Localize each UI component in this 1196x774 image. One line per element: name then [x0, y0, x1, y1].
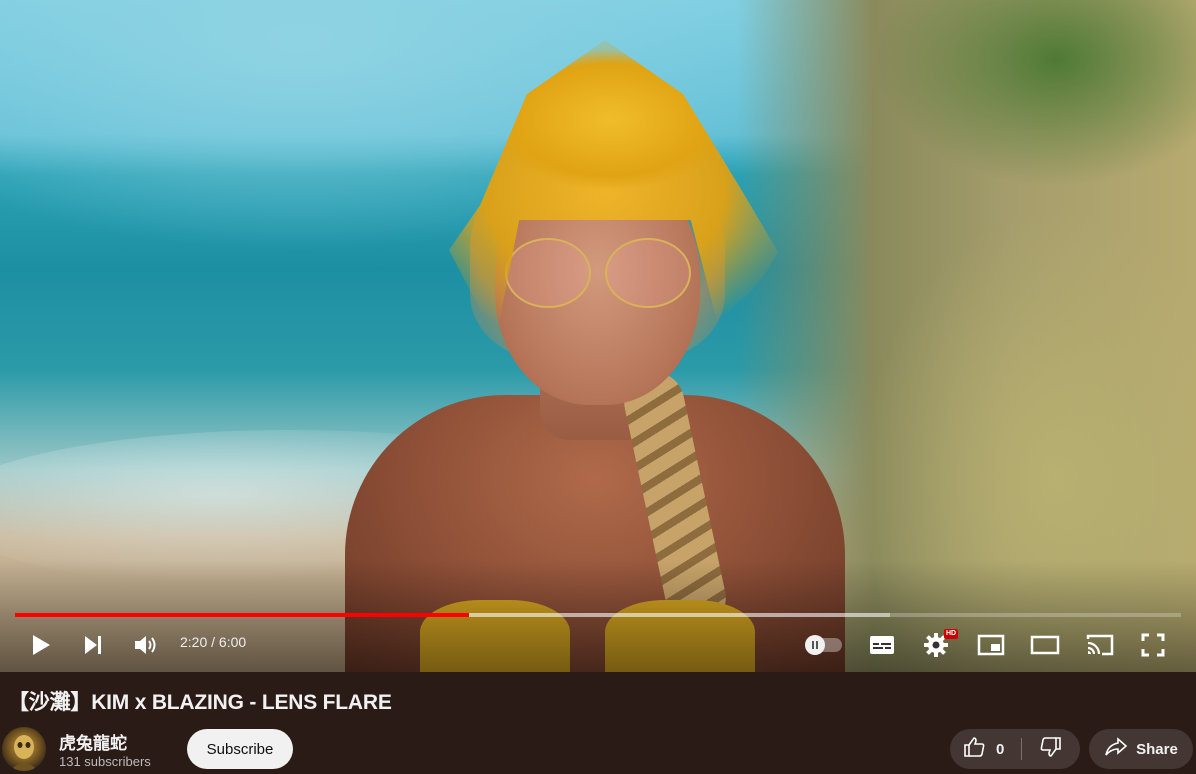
channel-avatar[interactable] [2, 727, 46, 771]
subscriber-count: 131 subscribers [59, 754, 151, 769]
share-icon [1104, 736, 1128, 763]
subscribe-button[interactable]: Subscribe [187, 729, 293, 769]
progress-bar[interactable] [15, 613, 1181, 617]
like-button[interactable]: 0 [950, 729, 1022, 769]
thumbs-down-icon [1039, 735, 1063, 764]
subtitles-button[interactable] [866, 628, 898, 662]
progress-played [15, 613, 469, 617]
theater-mode-button[interactable] [1028, 628, 1062, 662]
share-button[interactable]: Share [1089, 729, 1193, 769]
subtitles-icon [869, 635, 895, 655]
fullscreen-icon [1141, 633, 1165, 657]
fullscreen-button[interactable] [1137, 628, 1169, 662]
time-display: 2:20 / 6:00 [180, 634, 247, 650]
video-title: 【沙灘】KIM x BLAZING - LENS FLARE [8, 691, 392, 714]
share-label: Share [1136, 740, 1178, 758]
autoplay-toggle[interactable] [805, 635, 842, 655]
hd-badge: HD [944, 629, 959, 639]
video-frame[interactable] [0, 0, 1196, 672]
cast-button[interactable] [1083, 628, 1117, 662]
next-icon [82, 634, 104, 656]
scene-glasses-left [505, 238, 591, 308]
channel-name[interactable]: 虎兔龍蛇 [59, 729, 127, 754]
cast-icon [1085, 633, 1115, 657]
like-count: 0 [996, 740, 1005, 758]
dislike-button[interactable] [1022, 729, 1080, 769]
thumbs-up-icon [962, 735, 986, 764]
video-player[interactable]: 2:20 / 6:00 HD [0, 0, 1196, 672]
next-button[interactable] [78, 628, 108, 662]
miniplayer-button[interactable] [975, 628, 1007, 662]
autoplay-toggle-icon [805, 635, 825, 655]
like-dislike-group: 0 [950, 729, 1080, 769]
miniplayer-icon [977, 634, 1005, 656]
play-icon [30, 633, 52, 657]
scene-glasses-right [605, 238, 691, 308]
volume-button[interactable] [131, 628, 161, 662]
theater-mode-icon [1030, 635, 1060, 655]
play-button[interactable] [26, 628, 56, 662]
volume-icon [133, 633, 159, 657]
